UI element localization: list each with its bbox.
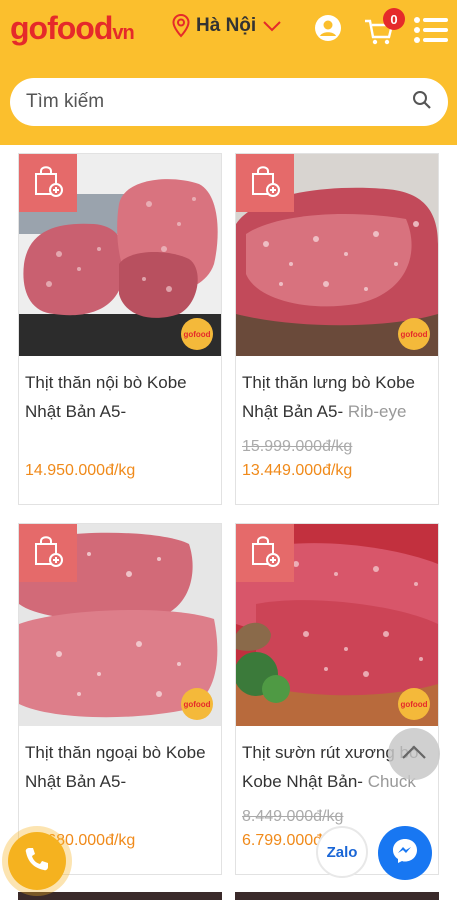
- product-old-price: 8.449.000đ/kg: [242, 808, 344, 825]
- shopping-bag-plus-icon: [248, 164, 282, 203]
- phone-icon: [23, 845, 51, 878]
- product-image[interactable]: gofood: [236, 154, 438, 356]
- zalo-chat-button[interactable]: Zalo: [316, 826, 368, 878]
- gofood-watermark-badge: gofood: [181, 318, 213, 350]
- location-pin-icon: [172, 14, 190, 38]
- product-image[interactable]: gofood: [19, 154, 221, 356]
- logo-part-vn: vn: [112, 22, 134, 44]
- product-image[interactable]: gofood: [19, 524, 221, 726]
- search-bar[interactable]: Tìm kiếm: [10, 78, 448, 126]
- gofood-watermark-badge: gofood: [398, 688, 430, 720]
- call-button[interactable]: [8, 832, 66, 890]
- shopping-bag-plus-icon: [31, 164, 65, 203]
- next-product-card-top: [18, 892, 222, 900]
- shopping-bag-plus-icon: [31, 534, 65, 573]
- shopping-bag-plus-icon: [248, 534, 282, 573]
- messenger-icon: [390, 836, 420, 871]
- user-icon[interactable]: [314, 14, 342, 47]
- product-name[interactable]: Thịt thăn ngoại bò Kobe Nhật Bản A5-: [25, 738, 219, 796]
- logo-part-food: food: [47, 10, 113, 46]
- product-card[interactable]: gofood Thịt thăn nội bò Kobe Nhật Bản A5…: [18, 153, 222, 505]
- product-price: 13.449.000đ/kg: [242, 462, 353, 479]
- product-name-text: Thịt thăn nội bò Kobe Nhật Bản A5-: [25, 373, 187, 421]
- chevron-up-icon: [401, 744, 427, 765]
- gofood-watermark-badge: gofood: [181, 688, 213, 720]
- add-to-cart-button[interactable]: [236, 524, 294, 582]
- product-old-price: 15.999.000đ/kg: [242, 438, 353, 455]
- product-card[interactable]: gofood Thịt sườn rút xương bò Kobe Nhật …: [235, 523, 439, 875]
- product-name[interactable]: Thịt thăn lưng bò Kobe Nhật Bản A5- Rib-…: [242, 368, 436, 426]
- scroll-to-top-button[interactable]: [388, 728, 440, 780]
- product-image[interactable]: gofood: [236, 524, 438, 726]
- add-to-cart-button[interactable]: [19, 154, 77, 212]
- cart-count-badge: 0: [383, 8, 405, 30]
- product-name-text: Thịt thăn ngoại bò Kobe Nhật Bản A5-: [25, 743, 206, 791]
- gofood-watermark-badge: gofood: [398, 318, 430, 350]
- messenger-button[interactable]: [378, 826, 432, 880]
- product-card[interactable]: gofood Thịt thăn lưng bò Kobe Nhật Bản A…: [235, 153, 439, 505]
- add-to-cart-button[interactable]: [19, 524, 77, 582]
- zalo-label: Zalo: [326, 843, 358, 861]
- chevron-down-icon: [262, 20, 282, 32]
- product-name-muted: Rib-eye: [343, 402, 407, 421]
- menu-icon[interactable]: [414, 16, 448, 49]
- search-icon[interactable]: [412, 90, 432, 115]
- search-input[interactable]: Tìm kiếm: [26, 91, 412, 113]
- product-card[interactable]: gofood Thịt thăn ngoại bò Kobe Nhật Bản …: [18, 523, 222, 875]
- location-selector[interactable]: Hà Nội: [172, 14, 282, 38]
- product-price: 14.950.000đ/kg: [25, 462, 136, 479]
- product-name[interactable]: Thịt thăn nội bò Kobe Nhật Bản A5-: [25, 368, 219, 426]
- next-product-card-top: [235, 892, 439, 900]
- add-to-cart-button[interactable]: [236, 154, 294, 212]
- logo-part-go: go: [10, 10, 48, 46]
- app-header: gofoodvn Hà Nội 0 Tìm kiếm: [0, 0, 457, 145]
- location-label: Hà Nội: [196, 15, 257, 36]
- gofood-logo[interactable]: gofoodvn: [10, 10, 135, 51]
